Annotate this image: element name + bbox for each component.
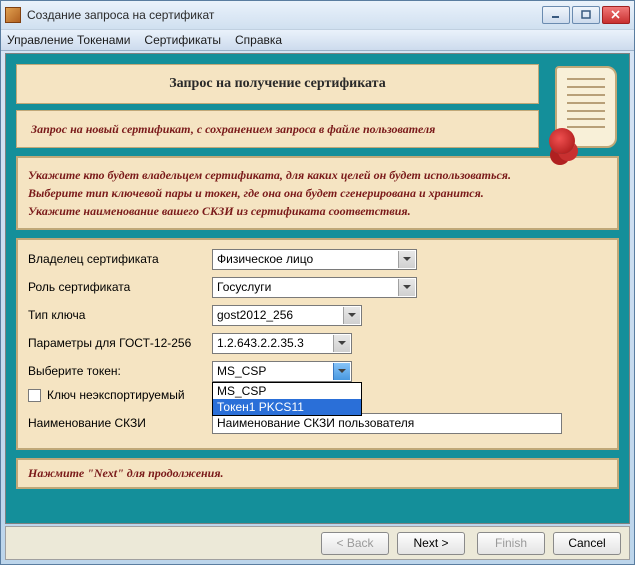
chevron-down-icon (333, 335, 350, 352)
skzi-label: Наименование СКЗИ (28, 416, 212, 430)
next-button[interactable]: Next > (397, 532, 465, 555)
finish-button[interactable]: Finish (477, 532, 545, 555)
gostparams-label: Параметры для ГОСТ-12-256 (28, 336, 212, 350)
instructions-line: Выберите тип ключевой пары и токен, где … (28, 184, 607, 202)
role-select[interactable]: Госуслуги (212, 277, 417, 298)
app-icon (5, 7, 21, 23)
owner-label: Владелец сертификата (28, 252, 212, 266)
menu-certs[interactable]: Сертификаты (144, 33, 221, 47)
cancel-button[interactable]: Cancel (553, 532, 621, 555)
wizard-content: Запрос на получение сертификата Запрос н… (5, 53, 630, 524)
gostparams-select[interactable]: 1.2.643.2.2.35.3 (212, 333, 352, 354)
role-value: Госуслуги (217, 280, 271, 294)
page-subtitle: Запрос на новый сертификат, с сохранение… (16, 110, 539, 148)
menu-help[interactable]: Справка (235, 33, 282, 47)
owner-select[interactable]: Физическое лицо (212, 249, 417, 270)
wizard-buttons: < Back Next > Finish Cancel (5, 526, 630, 560)
menubar: Управление Токенами Сертификаты Справка (1, 29, 634, 51)
skzi-value: Наименование СКЗИ пользователя (217, 416, 414, 430)
token-label: Выберите токен: (28, 364, 212, 378)
chevron-down-icon (398, 279, 415, 296)
header-area: Запрос на получение сертификата Запрос н… (16, 64, 619, 148)
token-select[interactable]: MS_CSP MS_CSP Токен1 PKCS11 (212, 361, 352, 382)
token-dropdown: MS_CSP Токен1 PKCS11 (212, 382, 362, 416)
window-title: Создание запроса на сертификат (27, 8, 542, 22)
certificate-icon (555, 66, 617, 148)
close-button[interactable] (602, 6, 630, 24)
token-option[interactable]: MS_CSP (213, 383, 361, 399)
back-button[interactable]: < Back (321, 532, 389, 555)
token-option[interactable]: Токен1 PKCS11 (213, 399, 361, 415)
chevron-down-icon (343, 307, 360, 324)
owner-value: Физическое лицо (217, 252, 313, 266)
instructions-line: Укажите кто будет владельцем сертификата… (28, 166, 607, 184)
skzi-input[interactable]: Наименование СКЗИ пользователя (212, 413, 562, 434)
minimize-button[interactable] (542, 6, 570, 24)
noexport-label: Ключ неэкспортируемый (47, 388, 185, 402)
titlebar: Создание запроса на сертификат (1, 1, 634, 29)
page-title: Запрос на получение сертификата (16, 64, 539, 104)
keytype-select[interactable]: gost2012_256 (212, 305, 362, 326)
checkbox-icon (28, 389, 41, 402)
instructions-line: Укажите наименование вашего СКЗИ из серт… (28, 202, 607, 220)
instructions-box: Укажите кто будет владельцем сертификата… (16, 156, 619, 230)
chevron-down-icon (398, 251, 415, 268)
menu-tokens[interactable]: Управление Токенами (7, 33, 130, 47)
hint-box: Нажмите "Next" для продолжения. (16, 458, 619, 489)
token-value: MS_CSP (217, 364, 266, 378)
keytype-value: gost2012_256 (217, 308, 293, 322)
form-panel: Владелец сертификата Физическое лицо Рол… (16, 238, 619, 450)
gostparams-value: 1.2.643.2.2.35.3 (217, 336, 304, 350)
keytype-label: Тип ключа (28, 308, 212, 322)
chevron-down-icon (333, 363, 350, 380)
role-label: Роль сертификата (28, 280, 212, 294)
maximize-button[interactable] (572, 6, 600, 24)
app-window: Создание запроса на сертификат Управлени… (0, 0, 635, 565)
